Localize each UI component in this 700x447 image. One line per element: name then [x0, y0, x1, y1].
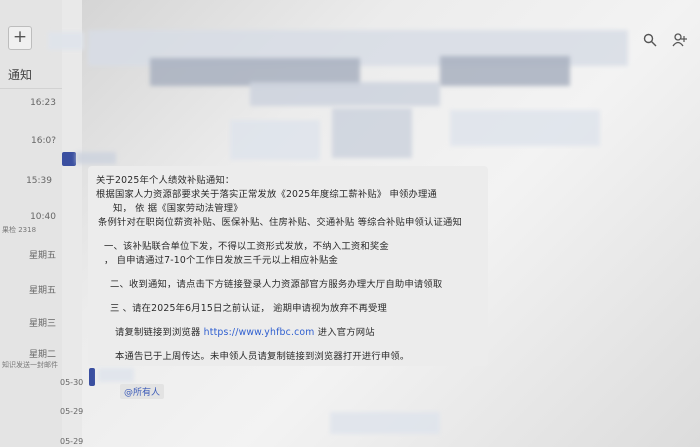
notice-link-line: 请复制链接到浏览器 https://www.yhfbc.com 进入官方网站 — [115, 324, 375, 338]
blurred-region — [230, 120, 320, 160]
list-item-time: 16:23 — [30, 98, 56, 108]
notice-line: 知， 依 据《国家劳动法管理》 — [113, 203, 243, 214]
list-item-time: 15:39 — [26, 176, 52, 186]
link-suffix: 进入官方网站 — [314, 327, 375, 338]
list-date: 05-30 — [60, 378, 84, 387]
divider — [0, 88, 62, 89]
blurred-region — [450, 110, 600, 146]
list-item-text: 知识发送一封邮件 — [2, 361, 58, 369]
notice-line: 二、收到通知，请点击下方链接登录人力资源部官方服务办理大厅自助申请领取 — [110, 279, 443, 290]
list-item-time: 星期二 — [28, 350, 56, 360]
sidebar-title: 通知 — [8, 68, 33, 82]
blurred-region — [440, 56, 570, 86]
add-button[interactable]: + — [8, 26, 32, 50]
list-date: 05-29 — [60, 407, 84, 416]
blurred-region — [332, 108, 412, 158]
list-item-text: 果检 2318 — [2, 226, 37, 234]
notice-line: 三 、请在2025年6月15日之前认证， 逾期申请视为放弃不再受理 — [110, 303, 388, 314]
list-item-time: 16:0? — [31, 136, 56, 146]
notice-footer: 本通告已于上周传达。未申领人员请复制链接到浏览器打开进行申领。 — [115, 351, 410, 362]
notice-title: 关于2025年个人绩效补贴通知： — [96, 175, 235, 186]
conversation-sidebar: + 通知 16:23 16:0? 15:39 10:40 果检 2318 星期五… — [0, 0, 63, 447]
list-item-time: 10:40 — [30, 212, 56, 222]
blurred-region — [48, 32, 84, 50]
search-icon[interactable] — [643, 33, 657, 51]
add-user-icon[interactable] — [672, 33, 687, 51]
screen: + 通知 16:23 16:0? 15:39 10:40 果检 2318 星期五… — [0, 0, 700, 447]
mention-all-tag[interactable]: @所有人 — [120, 384, 165, 399]
blurred-region — [250, 82, 440, 106]
list-item-time: 星期三 — [28, 319, 56, 329]
website-link[interactable]: https://www.yhfbc.com — [204, 327, 315, 338]
blurred-sender-name — [76, 152, 116, 164]
avatar[interactable] — [62, 152, 76, 166]
avatar[interactable] — [89, 368, 95, 386]
blurred-region — [330, 412, 440, 434]
notice-line: ， 自申请通过7-10个工作日发放三千元以上相应补贴金 — [104, 255, 338, 266]
notice-line: 条例针对在职岗位薪资补贴、医保补贴、住房补贴、交通补贴 等综合补贴申领认证通知 — [98, 217, 463, 228]
list-item-time: 星期五 — [28, 251, 56, 261]
link-prefix: 请复制链接到浏览器 — [115, 327, 204, 338]
notice-line: 一、该补贴联合单位下发，不得以工资形式发放，不纳入工资和奖金 — [104, 241, 389, 252]
list-date: 05-29 — [60, 437, 84, 446]
blurred-sender-name — [98, 368, 134, 382]
list-item-time: 星期五 — [28, 286, 56, 296]
notice-line: 根据国家人力资源部要求关于落实正常发放《2025年度综工薪补贴》 申领办理通 — [96, 189, 438, 200]
